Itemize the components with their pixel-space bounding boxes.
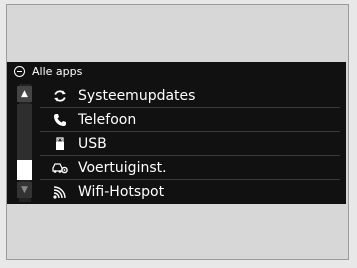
screen-header: Alle apps — [7, 62, 346, 82]
list-item-label: USB — [78, 135, 107, 152]
scroll-down-icon[interactable]: ▼ — [17, 182, 32, 198]
list-item-wifi-hotspot[interactable]: Wifi-Hotspot — [40, 180, 340, 204]
list-item-label: Wifi-Hotspot — [78, 184, 165, 200]
screen-title: Alle apps — [32, 65, 83, 78]
scroll-thumb[interactable] — [17, 160, 32, 180]
refresh-icon — [48, 84, 72, 108]
list-item-system-updates[interactable]: Systeemupdates — [40, 84, 340, 108]
scroll-up-icon[interactable]: ▲ — [17, 86, 32, 102]
list-item-label: Voertuiginst. — [78, 159, 167, 176]
list-item-label: Systeemupdates — [78, 87, 196, 104]
usb-icon — [48, 132, 72, 156]
phone-icon — [48, 108, 72, 132]
wifi-hotspot-icon — [48, 180, 72, 204]
app-list: Systeemupdates Telefoon USB Voertuiginst… — [40, 84, 340, 204]
list-item-label: Telefoon — [78, 111, 137, 128]
list-item-vehicle-settings[interactable]: Voertuiginst. — [40, 156, 340, 180]
app-screen: Alle apps ▲ ▼ Systeemupdates Telefoon US… — [7, 62, 346, 204]
list-item-phone[interactable]: Telefoon — [40, 108, 340, 132]
vehicle-settings-icon — [48, 156, 72, 180]
list-item-usb[interactable]: USB — [40, 132, 340, 156]
app-list-icon[interactable] — [14, 66, 25, 77]
